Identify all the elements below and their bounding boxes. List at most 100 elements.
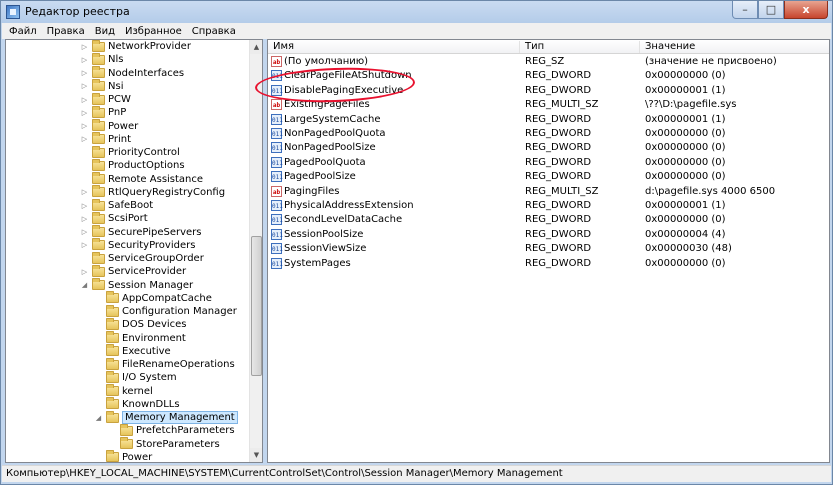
scroll-down-icon[interactable]: ▼ (250, 448, 262, 462)
tree-item[interactable]: ▷ Nls (80, 52, 123, 66)
window-controls: – □ x (732, 1, 828, 19)
tree-item[interactable]: ◢ Memory Management (94, 410, 238, 424)
expand-arrow-icon[interactable]: ▷ (80, 122, 89, 130)
tree-item-label: SafeBoot (108, 200, 154, 211)
menu-file[interactable]: Файл (4, 26, 42, 37)
tree-item[interactable]: ◢ Session Manager (80, 278, 193, 292)
tree-item[interactable]: I/O System (94, 370, 177, 384)
menu-edit[interactable]: Правка (42, 26, 90, 37)
folder-icon (106, 344, 119, 357)
list-row[interactable]: 011 PhysicalAddressExtension REG_DWORD 0x00… (268, 199, 829, 213)
list-row[interactable]: 011 SecondLevelDataCache REG_DWORD 0x000000… (268, 213, 829, 227)
tree-item[interactable]: ▷ SafeBoot (80, 198, 154, 212)
menu-favorites[interactable]: Избранное (120, 26, 187, 37)
binary-value-icon: 011 (271, 214, 283, 226)
collapse-arrow-icon[interactable]: ◢ (94, 414, 103, 422)
tree-item-label: SecurityProviders (108, 239, 196, 251)
expand-arrow-icon[interactable]: ▷ (80, 135, 89, 143)
folder-icon (92, 40, 105, 52)
value-type: REG_DWORD (525, 128, 592, 139)
tree-item[interactable]: ▷ Print (80, 132, 131, 146)
tree-scrollbar[interactable]: ▲ ▼ (249, 40, 262, 462)
scroll-thumb[interactable] (251, 236, 262, 376)
folder-icon (92, 211, 105, 224)
tree-item[interactable]: Environment (94, 331, 186, 345)
binary-value-icon: 011 (271, 228, 283, 240)
tree-item[interactable]: ▷ PCW (80, 92, 131, 106)
tree-item[interactable]: Remote Assistance (80, 172, 204, 186)
tree-item-label: ScsiPort (108, 213, 148, 225)
expand-arrow-icon[interactable]: ▷ (80, 56, 89, 64)
list-row[interactable]: 011 NonPagedPoolQuota REG_DWORD 0x00000000 … (268, 127, 829, 141)
column-header-value[interactable]: Значение (640, 41, 829, 53)
list-row[interactable]: ab PagingFiles REG_MULTI_SZ d:\pagefile.sys… (268, 185, 829, 199)
tree-item[interactable]: ServiceGroupOrder (80, 251, 204, 265)
expand-arrow-icon[interactable]: ▷ (80, 43, 89, 51)
tree-item[interactable]: PrefetchParameters (108, 423, 235, 437)
value-name: SystemPages (284, 257, 351, 269)
value-data: \??\D:\pagefile.sys (645, 99, 737, 111)
value-data: 0x00000001 (1) (645, 84, 726, 96)
tree-item[interactable]: ▷ Power (80, 119, 138, 133)
folder-icon (92, 145, 105, 158)
expand-arrow-icon[interactable]: ▷ (80, 228, 89, 236)
scroll-up-icon[interactable]: ▲ (250, 40, 262, 54)
value-type: REG_DWORD (525, 257, 592, 269)
expand-arrow-icon[interactable]: ▷ (80, 82, 89, 90)
tree-item[interactable]: ▷ PnP (80, 105, 126, 119)
value-name: LargeSystemCache (284, 113, 381, 125)
tree-item[interactable]: Configuration Manager (94, 304, 237, 318)
tree-item-label: KnownDLLs (122, 398, 180, 410)
list-row[interactable]: 011 PagedPoolQuota REG_DWORD 0x00000000 (0) (268, 156, 829, 170)
tree-item[interactable]: KnownDLLs (94, 397, 180, 411)
registry-tree[interactable]: ▲ ▼ ▷ NetworkProvider ▷ Nls ▷ NodeInterfaces ▷… (5, 39, 263, 463)
menu-view[interactable]: Вид (90, 26, 120, 37)
expand-arrow-icon[interactable]: ▷ (80, 202, 89, 210)
tree-item[interactable]: DOS Devices (94, 317, 187, 331)
title-bar[interactable]: Редактор реестра – □ x (1, 1, 832, 23)
expand-arrow-icon[interactable]: ▷ (80, 268, 89, 276)
column-header-name[interactable]: Имя (268, 41, 520, 53)
expand-arrow-icon[interactable]: ▷ (80, 96, 89, 104)
tree-item[interactable]: Power (94, 450, 153, 463)
tree-item[interactable]: PriorityControl (80, 145, 180, 159)
menu-help[interactable]: Справка (187, 26, 241, 37)
string-value-icon: ab (271, 185, 282, 197)
tree-item[interactable]: ▷ NodeInterfaces (80, 66, 184, 80)
minimize-button[interactable]: – (732, 1, 758, 19)
tree-item[interactable]: ▷ Nsi (80, 79, 123, 93)
tree-item[interactable]: StoreParameters (108, 437, 220, 451)
tree-item[interactable]: ▷ SecurePipeServers (80, 225, 201, 239)
tree-item[interactable]: ▷ ServiceProvider (80, 264, 186, 278)
expand-arrow-icon[interactable]: ▷ (80, 109, 89, 117)
maximize-button[interactable]: □ (758, 1, 784, 19)
list-row[interactable]: 011 SessionPoolSize REG_DWORD 0x00000004 (4… (268, 228, 829, 242)
list-row[interactable]: 011 LargeSystemCache REG_DWORD 0x00000001 (… (268, 113, 829, 127)
status-bar: Компьютер\HKEY_LOCAL_MACHINE\SYSTEM\Curr… (2, 465, 831, 482)
tree-item-label: Remote Assistance (108, 173, 204, 185)
tree-item[interactable]: ▷ RtlQueryRegistryConfig (80, 185, 225, 199)
tree-item[interactable]: kernel (94, 384, 153, 398)
collapse-arrow-icon[interactable]: ◢ (80, 281, 89, 289)
expand-arrow-icon[interactable]: ▷ (80, 69, 89, 77)
close-button[interactable]: x (784, 1, 828, 19)
tree-item[interactable]: FileRenameOperations (94, 357, 235, 371)
tree-item[interactable]: ▷ SecurityProviders (80, 238, 196, 252)
expand-arrow-icon[interactable]: ▷ (80, 241, 89, 249)
list-row[interactable]: 011 NonPagedPoolSize REG_DWORD 0x00000000 (… (268, 141, 829, 155)
folder-icon (92, 105, 105, 118)
column-header-type[interactable]: Тип (520, 41, 640, 53)
tree-item[interactable]: ▷ ScsiPort (80, 211, 148, 225)
list-row[interactable]: 011 SystemPages REG_DWORD 0x00000000 (0) (268, 257, 829, 271)
tree-item[interactable]: AppCompatCache (94, 291, 212, 305)
list-row[interactable]: 011 SessionViewSize REG_DWORD 0x00000030 (4… (268, 242, 829, 256)
tree-item[interactable]: Executive (94, 344, 171, 358)
tree-item-label: ServiceGroupOrder (108, 253, 204, 264)
tree-item-label: Power (122, 451, 153, 463)
expand-arrow-icon[interactable]: ▷ (80, 215, 89, 223)
tree-item[interactable]: ProductOptions (80, 158, 185, 172)
tree-item[interactable]: ▷ NetworkProvider (80, 40, 191, 53)
binary-value-icon: 011 (271, 171, 283, 183)
expand-arrow-icon[interactable]: ▷ (80, 188, 89, 196)
list-row[interactable]: 011 PagedPoolSize REG_DWORD 0x00000000 (0) (268, 170, 829, 184)
